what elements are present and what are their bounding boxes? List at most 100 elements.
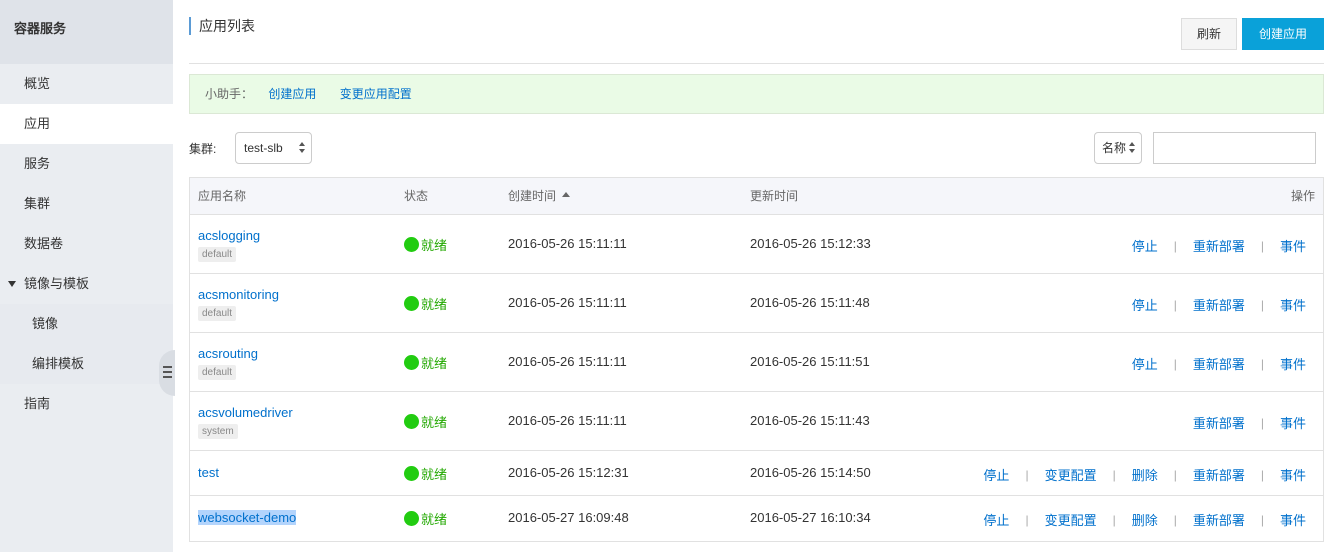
action-stop-link[interactable]: 停止 [983,510,1009,529]
status-cell: 就绪 [404,294,447,313]
col-app-name: 应用名称 [198,189,247,203]
actions-cell: 重新部署 | 事件 [1193,413,1306,432]
updated-time-cell: 2016-05-26 15:11:51 [750,354,870,369]
app-name-link[interactable]: acsmonitoring [198,287,279,302]
action-events-link[interactable]: 事件 [1280,236,1306,255]
action-change-config-link[interactable]: 变更配置 [1045,465,1097,484]
action-delete-link[interactable]: 删除 [1132,465,1158,484]
col-status: 状态 [404,189,429,203]
action-separator: | [1025,467,1029,482]
sidebar-collapse-toggle[interactable] [159,350,175,396]
sidebar-item-applications[interactable]: 应用 [0,104,173,144]
col-updated-time: 更新时间 [750,189,799,203]
header-divider [189,63,1324,64]
action-change-config-link[interactable]: 变更配置 [1045,510,1097,529]
action-events-link[interactable]: 事件 [1280,295,1306,314]
actions-cell: 停止 | 变更配置 | 删除 | 重新部署 | 事件 [983,465,1306,484]
action-redeploy-link[interactable]: 重新部署 [1193,236,1245,255]
app-name-link[interactable]: test [198,465,219,480]
main-content: 应用列表 刷新 创建应用 小助手： 创建应用 变更应用配置 集群: test-s… [189,0,1324,552]
action-separator: | [1173,238,1177,253]
sidebar-item-services[interactable]: 服务 [0,144,173,184]
status-cell: 就绪 [404,509,447,528]
helper-bar: 小助手： 创建应用 变更应用配置 [189,74,1324,114]
sidebar-group-images-templates[interactable]: 镜像与模板 [0,264,173,304]
sidebar-item-clusters[interactable]: 集群 [0,184,173,224]
app-name-link[interactable]: websocket-demo [198,510,297,525]
sidebar-item-guide[interactable]: 指南 [0,384,173,424]
table-row: acsrouting default 就绪 2016-05-26 15:11:11 20… [190,333,1323,392]
action-separator: | [1025,512,1029,527]
status-ok-icon [404,466,419,481]
search-field-value: 名称 [1102,141,1127,155]
action-delete-link[interactable]: 删除 [1132,510,1158,529]
app-name-link[interactable]: acsrouting [198,346,258,361]
app-name-link[interactable]: acsvolumedriver [198,405,293,420]
status-text: 就绪 [421,467,448,482]
action-separator: | [1260,297,1264,312]
created-time-cell: 2016-05-26 15:11:11 [508,295,627,310]
action-events-link[interactable]: 事件 [1280,413,1306,432]
refresh-button[interactable]: 刷新 [1181,18,1237,50]
sidebar-group-label: 镜像与模板 [24,276,90,291]
actions-cell: 停止 | 重新部署 | 事件 [1132,295,1306,314]
updated-time-cell: 2016-05-26 15:11:43 [750,413,870,428]
sidebar-item-volumes[interactable]: 数据卷 [0,224,173,264]
action-separator: | [1260,415,1264,430]
action-separator: | [1173,297,1177,312]
app-name-cell: acsvolumedriver system [198,405,293,439]
action-separator: | [1112,512,1116,527]
search-input[interactable] [1153,132,1316,164]
table-row: acsvolumedriver system 就绪 2016-05-26 15:11:… [190,392,1323,451]
status-text: 就绪 [421,512,448,527]
search-field-select[interactable]: 名称 [1094,132,1142,164]
action-separator: | [1260,467,1264,482]
action-separator: | [1173,467,1177,482]
table-row: test 就绪 2016-05-26 15:12:31 2016-05-26 15:1… [190,451,1323,496]
sidebar: 容器服务 概览 应用 服务 集群 数据卷 镜像与模板 镜像 编排模板 指南 [0,0,175,552]
status-ok-icon [404,296,419,311]
app-name-cell: acsrouting default [198,346,258,380]
action-stop-link[interactable]: 停止 [983,465,1009,484]
action-events-link[interactable]: 事件 [1280,510,1306,529]
action-events-link[interactable]: 事件 [1280,465,1306,484]
action-stop-link[interactable]: 停止 [1132,354,1158,373]
action-separator: | [1112,467,1116,482]
app-name-cell: acsmonitoring default [198,287,279,321]
action-redeploy-link[interactable]: 重新部署 [1193,510,1245,529]
app-name-cell: test [198,465,219,480]
action-stop-link[interactable]: 停止 [1132,236,1158,255]
status-cell: 就绪 [404,235,447,254]
table-body: acslogging default 就绪 2016-05-26 15:11:11 20… [190,215,1323,541]
sidebar-item-overview[interactable]: 概览 [0,64,173,104]
helper-link-create-app[interactable]: 创建应用 [268,87,316,101]
status-text: 就绪 [421,356,448,371]
updated-time-cell: 2016-05-26 15:11:48 [750,295,870,310]
app-name-link[interactable]: acslogging [198,228,260,243]
create-app-button[interactable]: 创建应用 [1242,18,1324,50]
page-title: 应用列表 [189,17,255,35]
action-events-link[interactable]: 事件 [1280,354,1306,373]
col-created-time[interactable]: 创建时间 [508,178,571,214]
status-ok-icon [404,414,419,429]
action-separator: | [1173,512,1177,527]
action-redeploy-link[interactable]: 重新部署 [1193,295,1245,314]
updated-time-cell: 2016-05-26 15:12:33 [750,236,871,251]
status-ok-icon [404,237,419,252]
sidebar-item-images[interactable]: 镜像 [0,304,173,344]
action-redeploy-link[interactable]: 重新部署 [1193,413,1245,432]
applications-table: 应用名称 状态 创建时间 更新时间 操作 acslogging default 就绪… [189,177,1324,542]
action-redeploy-link[interactable]: 重新部署 [1193,465,1245,484]
action-stop-link[interactable]: 停止 [1132,295,1158,314]
actions-cell: 停止 | 重新部署 | 事件 [1132,236,1306,255]
sidebar-item-templates[interactable]: 编排模板 [0,344,173,384]
status-ok-icon [404,355,419,370]
app-tag-badge: system [198,424,238,439]
table-header: 应用名称 状态 创建时间 更新时间 操作 [190,178,1323,215]
cluster-label: 集群: [189,142,217,156]
cluster-select[interactable]: test-slb [235,132,312,164]
helper-link-change-config[interactable]: 变更应用配置 [340,87,412,101]
app-name-cell: websocket-demo [198,510,297,525]
status-cell: 就绪 [404,353,447,372]
action-redeploy-link[interactable]: 重新部署 [1193,354,1245,373]
